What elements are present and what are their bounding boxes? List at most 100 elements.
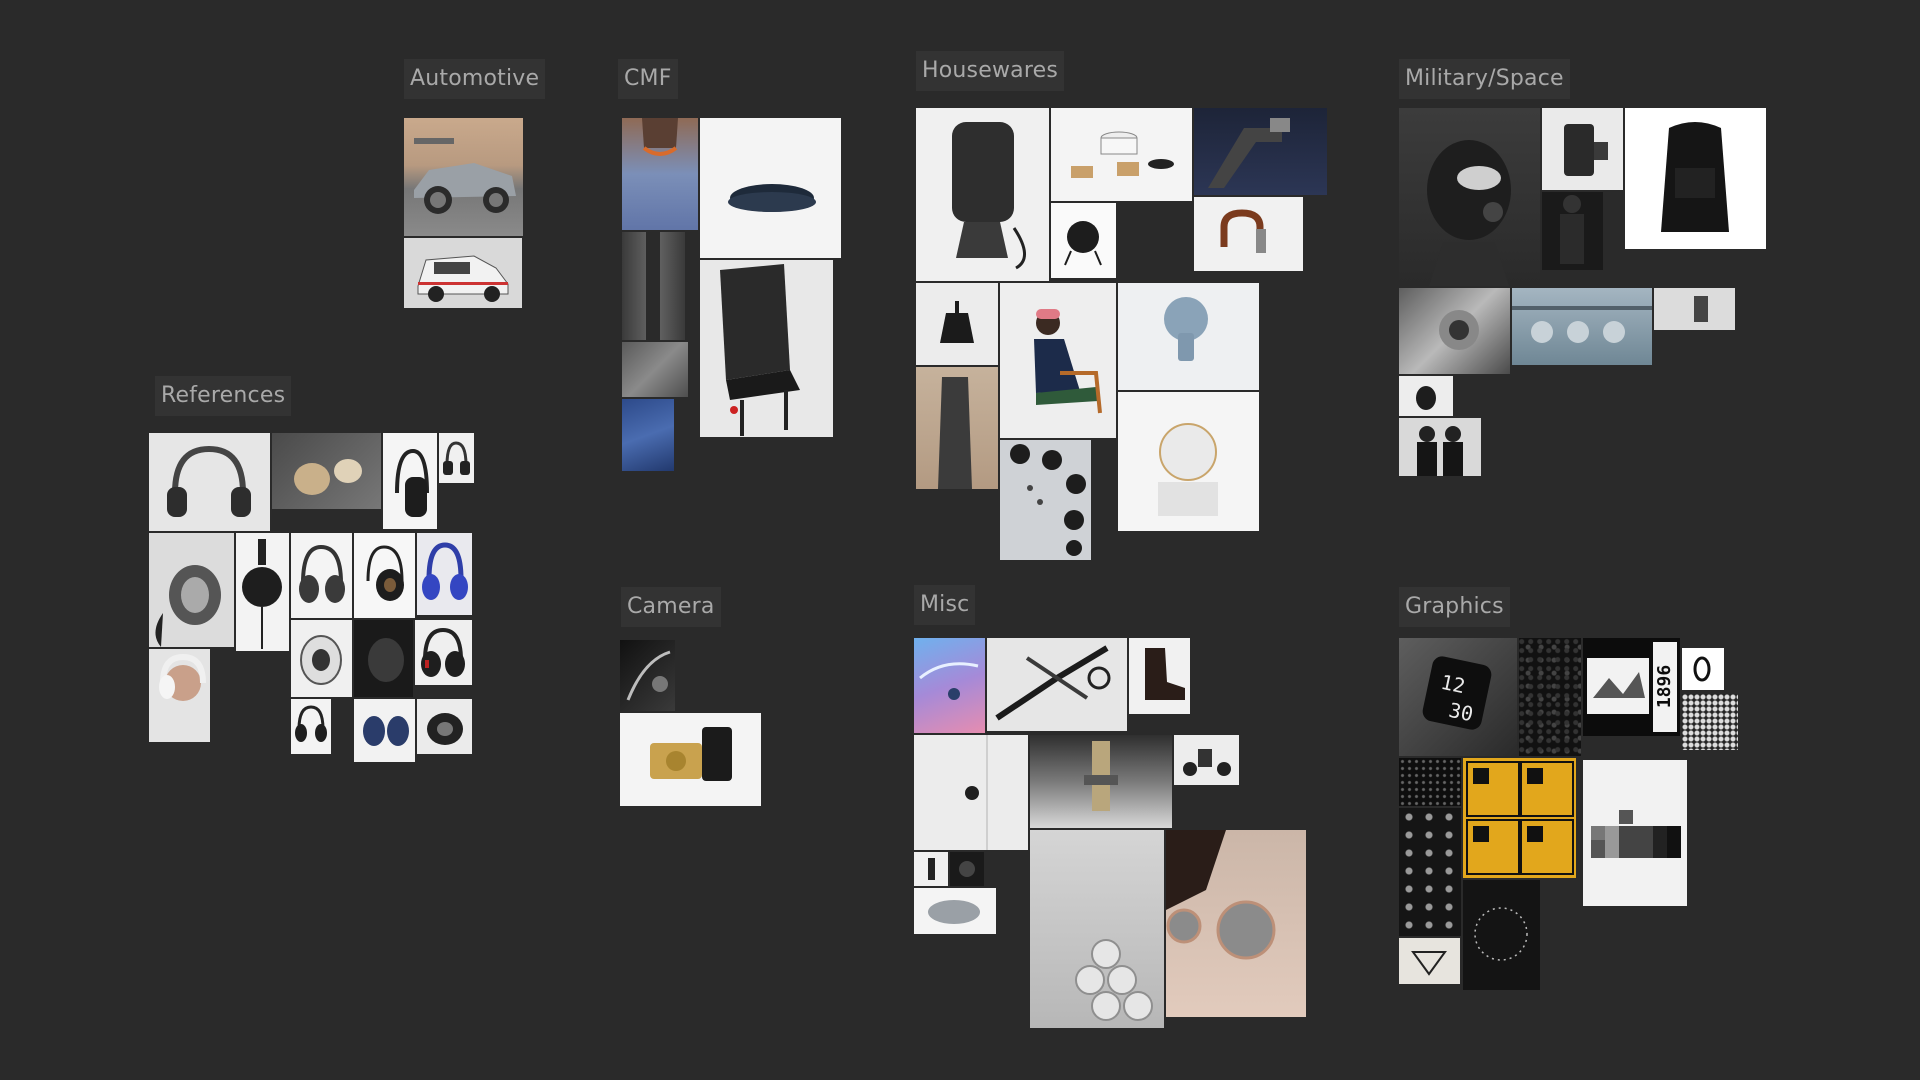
military-image-helmet[interactable] — [1399, 108, 1540, 286]
references-image-headphones-8[interactable] — [354, 533, 415, 618]
references-image-headphones-10[interactable] — [291, 620, 352, 697]
group-label-references[interactable]: References — [155, 376, 292, 416]
graphics-image-poster-1896[interactable]: 1896 — [1583, 638, 1680, 736]
group-label-misc[interactable]: Misc — [914, 585, 976, 625]
group-label-housewares[interactable]: Housewares — [916, 51, 1064, 91]
housewares-image-vase[interactable] — [916, 367, 998, 489]
misc-image-scooter[interactable] — [1174, 735, 1239, 785]
housewares-image-stovetop[interactable] — [1000, 440, 1091, 560]
military-image-device[interactable] — [1542, 108, 1623, 190]
headphones-icon — [363, 716, 409, 746]
graphics-image-dotted-circle[interactable] — [1463, 880, 1540, 990]
hook-icon — [965, 735, 988, 850]
misc-image-machine[interactable] — [1030, 735, 1172, 828]
references-image-headphones-14[interactable] — [354, 699, 415, 762]
references-image-headphones-15[interactable] — [417, 699, 472, 754]
military-image-glove[interactable] — [1399, 376, 1453, 416]
housewares-image-black-sphere[interactable] — [1051, 203, 1116, 278]
housewares-image-mirror[interactable] — [1118, 392, 1259, 531]
sunglasses-icon — [1166, 830, 1276, 960]
camera-image-gold-camera[interactable] — [620, 713, 761, 806]
radio-icon — [1694, 296, 1708, 322]
lamp-icon — [940, 301, 974, 343]
group-label-military-space[interactable]: Military/Space — [1399, 59, 1570, 99]
references-image-headphones-7[interactable] — [291, 533, 352, 618]
scooter-icon — [1183, 749, 1231, 776]
references-image-headphones-13[interactable] — [291, 699, 331, 754]
person-icon — [1034, 309, 1102, 414]
bicycle-icon — [995, 645, 1111, 721]
housewares-image-blue-fan[interactable] — [1118, 283, 1259, 390]
misc-image-glasses-gradient[interactable] — [914, 638, 985, 733]
machine-icon — [1084, 741, 1118, 811]
mirror-icon — [1158, 423, 1218, 516]
references-image-headphones-5[interactable] — [149, 533, 234, 647]
headphones-icon — [366, 545, 404, 601]
device-icon — [928, 858, 935, 880]
helmet-icon — [1427, 140, 1511, 286]
housewares-image-black-lamp[interactable] — [916, 283, 998, 365]
housewares-image-umbrella-handle[interactable] — [1194, 197, 1303, 271]
person-icon — [1560, 195, 1584, 264]
misc-image-small-device-1[interactable] — [914, 852, 948, 886]
references-image-headphones-9-blue[interactable] — [417, 533, 472, 615]
group-label-automotive[interactable]: Automotive — [404, 59, 546, 99]
cmf-image-knit-shirt[interactable] — [622, 118, 698, 230]
graphics-image-watch[interactable]: 12 30 — [1399, 638, 1517, 756]
cmf-image-blue-fabric[interactable] — [622, 399, 674, 471]
housewares-image-dark-tap[interactable] — [1194, 108, 1327, 195]
group-label-graphics[interactable]: Graphics — [1399, 587, 1510, 627]
cmf-image-rubber-texture[interactable] — [622, 232, 685, 340]
cmf-image-sneaker-sole[interactable] — [700, 118, 841, 258]
group-label-cmf[interactable]: CMF — [618, 59, 678, 99]
references-image-headphones-6[interactable] — [236, 533, 289, 651]
military-image-engine[interactable] — [1399, 288, 1510, 374]
graphics-image-icon-grid[interactable] — [1399, 808, 1461, 936]
graphics-image-glyph[interactable] — [1682, 648, 1724, 690]
military-image-radio[interactable] — [1654, 288, 1735, 330]
military-image-two-figures[interactable] — [1399, 418, 1481, 476]
references-image-headphones-3[interactable] — [383, 433, 437, 529]
headphones-icon — [294, 459, 362, 495]
automotive-image-white-rally-car[interactable] — [404, 238, 522, 308]
misc-image-sunglasses-portrait[interactable] — [1166, 830, 1306, 1017]
references-image-headphones-11[interactable] — [354, 620, 413, 697]
misc-image-wall-hook[interactable] — [914, 735, 1028, 850]
graphics-image-halftone[interactable] — [1682, 694, 1738, 750]
speaker-icon — [952, 122, 1026, 270]
military-image-factory-rack[interactable] — [1512, 288, 1652, 365]
headphones-icon — [395, 448, 429, 517]
chair-icon — [720, 264, 800, 436]
housewares-image-man-on-chair[interactable] — [1000, 283, 1116, 438]
misc-image-mouse[interactable] — [914, 888, 996, 934]
cmf-image-mesh-chair[interactable] — [700, 260, 833, 437]
military-image-backpack[interactable] — [1625, 108, 1766, 249]
car-icon — [414, 138, 516, 214]
graphics-image-logo-mark[interactable] — [1399, 938, 1460, 984]
graphics-image-particle-noise[interactable] — [1519, 638, 1581, 756]
graphics-image-yellow-labels[interactable] — [1463, 758, 1576, 878]
misc-image-small-device-2[interactable] — [950, 852, 984, 886]
references-image-headphones-12[interactable] — [415, 620, 472, 685]
graphics-image-dark-particles[interactable] — [1399, 758, 1461, 806]
military-image-figure[interactable] — [1542, 192, 1603, 270]
texture-icon — [646, 232, 660, 340]
person-icon — [642, 118, 678, 156]
moodboard-canvas[interactable]: Automotive CMF Housewares Military/Space… — [0, 0, 1920, 1080]
pipes-icon — [1075, 939, 1153, 1021]
references-image-headphones-1[interactable] — [149, 433, 270, 531]
misc-image-bicycle[interactable] — [987, 638, 1127, 731]
misc-image-pipes[interactable] — [1030, 830, 1164, 1028]
automotive-image-silver-car[interactable] — [404, 118, 523, 236]
misc-image-chelsea-boot[interactable] — [1129, 638, 1190, 714]
group-label-camera[interactable]: Camera — [621, 587, 721, 627]
references-image-headphones-2[interactable] — [272, 433, 381, 509]
camera-image-dial[interactable] — [620, 640, 675, 711]
cmf-image-concrete[interactable] — [622, 342, 688, 397]
logo-icon — [1411, 951, 1447, 976]
housewares-image-bowls[interactable] — [1051, 108, 1192, 201]
references-image-person-headphones[interactable] — [149, 649, 210, 742]
graphics-image-pixel-blocks[interactable] — [1583, 760, 1687, 906]
housewares-image-speaker[interactable] — [916, 108, 1049, 281]
references-image-headphones-4[interactable] — [439, 433, 474, 483]
